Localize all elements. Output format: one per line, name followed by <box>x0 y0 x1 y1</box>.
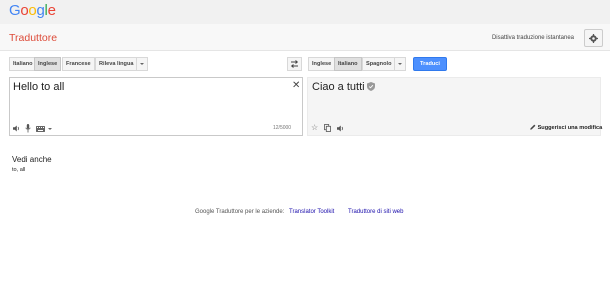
chevron-down-icon <box>398 63 402 65</box>
target-lang-spagnolo[interactable]: Spagnolo <box>362 57 396 71</box>
suggest-edit-label: Suggerisci una modifica <box>537 125 603 131</box>
see-also-words[interactable]: to, all <box>12 167 25 173</box>
target-lang-italiano[interactable]: Italiano <box>334 57 362 71</box>
source-text-area[interactable]: Hello to all ✕ 12/5000 <box>9 77 303 136</box>
target-lang-dropdown[interactable] <box>394 57 406 71</box>
translation-result-area: Ciao a tutti ☆ Suggerisci una modifica <box>307 77 602 136</box>
pencil-icon <box>530 124 536 130</box>
website-translator-link[interactable]: Traduttore di siti web <box>348 209 403 215</box>
swap-icon <box>290 60 299 68</box>
footer-business-label: Google Traduttore per le aziende: <box>195 209 285 215</box>
logo-letter: g <box>36 2 45 19</box>
source-text[interactable]: Hello to all <box>13 81 64 93</box>
speaker-icon[interactable] <box>337 125 345 132</box>
translation-text[interactable]: Ciao a tutti <box>312 81 365 93</box>
source-lang-rileva[interactable]: Rileva lingua <box>95 57 138 71</box>
settings-button[interactable] <box>584 29 603 47</box>
target-lang-inglese[interactable]: Inglese <box>308 57 336 71</box>
character-count: 12/5000 <box>273 125 292 131</box>
keyboard-icon[interactable] <box>36 126 45 132</box>
microphone-icon[interactable] <box>25 124 31 133</box>
translate-button[interactable]: Traduci <box>413 57 447 71</box>
google-logo[interactable]: Google <box>9 2 56 19</box>
source-lang-francese[interactable]: Francese <box>62 57 95 71</box>
source-lang-inglese[interactable]: Inglese <box>34 57 62 71</box>
suggest-edit-link[interactable]: Suggerisci una modifica <box>530 124 602 131</box>
swap-languages-button[interactable] <box>287 57 302 71</box>
logo-letter: e <box>47 2 56 19</box>
top-bar: Google <box>0 0 610 24</box>
logo-letter: o <box>28 2 37 19</box>
logo-letter: o <box>20 2 29 19</box>
star-icon[interactable]: ☆ <box>311 123 318 132</box>
chevron-down-icon[interactable] <box>48 128 52 130</box>
app-title[interactable]: Traduttore <box>9 32 57 44</box>
copy-icon[interactable] <box>324 124 331 132</box>
verified-shield-icon[interactable] <box>367 82 375 91</box>
gear-icon <box>589 33 598 43</box>
source-lang-dropdown[interactable] <box>136 57 148 71</box>
speaker-icon[interactable] <box>13 125 21 132</box>
sub-header: Traduttore Disattiva traduzione istantan… <box>0 24 610 51</box>
clear-icon[interactable]: ✕ <box>292 80 300 91</box>
logo-letter: G <box>9 2 21 19</box>
disable-instant-translation-link[interactable]: Disattiva traduzione istantanea <box>492 35 574 41</box>
chevron-down-icon <box>140 63 144 65</box>
translator-toolkit-link[interactable]: Translator Toolkit <box>289 209 334 215</box>
see-also-heading: Vedi anche <box>12 155 52 164</box>
source-lang-italiano[interactable]: Italiano <box>9 57 37 71</box>
